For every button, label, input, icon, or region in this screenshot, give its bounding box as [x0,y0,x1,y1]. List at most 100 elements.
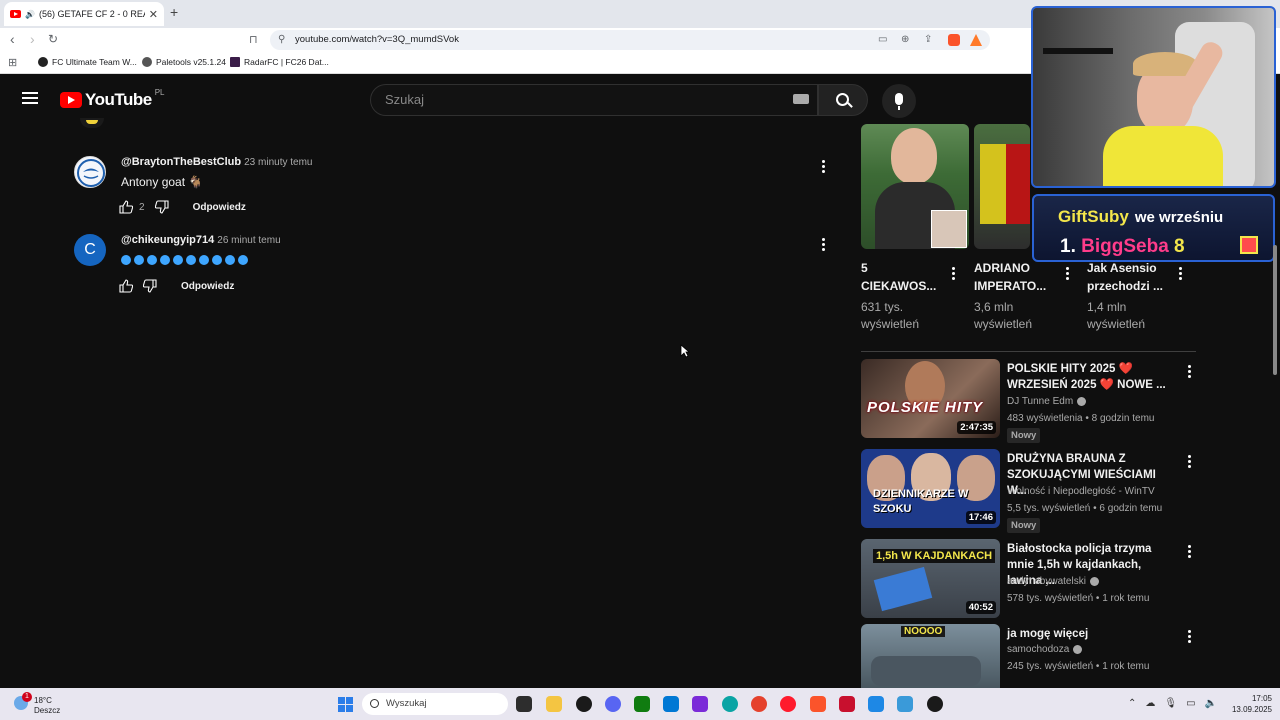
search-input[interactable]: Szukaj [370,84,818,116]
obs-icon[interactable] [927,696,943,712]
more-options-icon[interactable] [822,238,826,253]
task-view-icon[interactable] [516,696,532,712]
share-icon[interactable]: ⇪ [924,34,932,45]
taskbar-search-input[interactable]: Wyszukaj [362,693,508,715]
like-count: 2 [139,201,145,213]
chrome-icon[interactable] [751,696,767,712]
channel-name[interactable]: Wolność i Niepodległość - WinTV [1007,486,1155,497]
zoom-icon[interactable]: ⊕ [901,34,909,45]
discord-icon[interactable] [605,696,621,712]
more-options-icon[interactable] [1066,267,1080,282]
apps-grid-icon[interactable]: ⊞ [8,56,17,69]
brave-icon[interactable] [810,696,826,712]
new-tab-button[interactable]: + [170,4,178,20]
windows-start-icon[interactable] [338,697,353,712]
more-options-icon[interactable] [1179,267,1182,282]
more-options-icon[interactable] [822,160,826,175]
like-icon[interactable] [119,279,134,293]
comment-author[interactable]: @BraytonTheBestClub 23 minuty temu [121,156,313,168]
search-button[interactable] [818,84,868,116]
reload-icon[interactable]: ↻ [48,32,58,46]
paletools-icon [142,57,152,67]
forward-icon[interactable]: › [30,31,35,47]
clock[interactable]: 17:05 13.09.2025 [1226,693,1272,715]
video-meta: 483 wyświetlenia • 8 godzin temu [1007,413,1155,424]
chevron-up-icon[interactable]: ⌃ [1128,698,1136,709]
avatar[interactable] [74,156,106,188]
thumbnail-caption: POLSKIE HITY [867,399,984,416]
verified-icon [1089,577,1099,586]
video-meta: 578 tys. wyświetleń • 1 rok temu [1007,593,1150,604]
comment-item: C @chikeungyip714 26 minut temu Odpowiedz [74,234,834,298]
more-options-icon[interactable] [1188,545,1191,560]
browser-tab[interactable]: 🔊 (56) GETAFE CF 2 - 0 REAL OVIEDO ✕ [4,2,164,26]
file-explorer-icon[interactable] [546,696,562,712]
xbox-icon[interactable] [634,696,650,712]
keyboard-icon[interactable] [793,94,809,104]
video-item[interactable]: DZIENNIKARZE W SZOKU 17:46 DRUŻYNA BRAUN… [861,449,1196,533]
comment-time[interactable]: 23 minuty temu [244,157,312,168]
display-icon[interactable]: ▭ [1186,698,1195,709]
cloud-icon[interactable]: ☁ [1145,698,1155,709]
clipchamp-icon[interactable] [692,696,708,712]
verified-icon [1077,397,1087,406]
hamburger-menu-icon[interactable] [22,92,38,104]
app-icon[interactable] [868,696,884,712]
video-item[interactable]: 1,5h W KAJDANKACH 40:52 Białostocka poli… [861,539,1196,619]
short-thumbnail[interactable] [974,124,1030,249]
vscode-icon[interactable] [663,696,679,712]
channel-name[interactable]: samochodoza [1007,644,1083,655]
channel-name[interactable]: audyt obywatelski [1007,576,1099,587]
video-item[interactable]: POLSKIE HITY 2:47:35 POLSKIE HITY 2025 ❤… [861,359,1196,443]
cast-icon[interactable]: ▭ [878,34,887,45]
volume-icon[interactable]: 🔈 [1205,698,1217,709]
brave-shields-icon[interactable] [948,34,960,46]
more-options-icon[interactable] [1188,365,1191,380]
close-tab-icon[interactable]: ✕ [149,8,158,21]
comment-time[interactable]: 26 minut temu [217,235,280,246]
more-options-icon[interactable] [1188,630,1191,645]
video-thumbnail[interactable]: POLSKIE HITY 2:47:35 [861,359,1000,438]
opera-icon[interactable] [780,696,796,712]
more-options-icon[interactable] [1188,455,1191,470]
bookmark-icon[interactable]: ⊓ [249,33,258,46]
video-duration: 2:47:35 [957,421,996,434]
vivaldi-icon[interactable] [839,696,855,712]
fc-icon [38,57,48,67]
video-thumbnail[interactable]: DZIENNIKARZE W SZOKU 17:46 [861,449,1000,528]
thumbnail-caption: 1,5h W KAJDANKACH [873,549,996,563]
dislike-icon[interactable] [142,279,157,293]
video-thumbnail[interactable]: 1,5h W KAJDANKACH 40:52 [861,539,1000,618]
back-icon[interactable]: ‹ [10,31,15,47]
video-item[interactable]: NOOOO ja mogę więcej samochodoza 245 tys… [861,624,1196,688]
bookmark-radarfc[interactable]: RadarFC | FC26 Dat... [230,57,329,67]
app-icon[interactable] [576,696,592,712]
site-info-icon[interactable]: ⚲ [278,30,285,50]
scrollbar[interactable] [1273,245,1277,375]
voice-search-button[interactable] [882,84,916,118]
microphone-icon[interactable]: 🎙 [1164,698,1177,709]
more-options-icon[interactable] [952,267,955,282]
video-title[interactable]: ja mogę więcej [1007,626,1177,642]
like-icon[interactable] [119,200,134,214]
reply-button[interactable]: Odpowiedz [181,281,234,292]
verified-icon [1073,645,1083,654]
video-thumbnail[interactable]: NOOOO [861,624,1000,688]
channel-name[interactable]: DJ Tunne Edm [1007,396,1087,407]
divider [861,351,1196,352]
dislike-icon[interactable] [154,200,169,214]
avatar[interactable]: C [74,234,106,266]
brighton-crest-icon [77,159,105,187]
comment-author[interactable]: @chikeungyip714 26 minut temu [121,234,281,246]
short-item[interactable]: 5 CIEKAWOS... 631 tys. wyświetleń [861,124,969,333]
video-title[interactable]: POLSKIE HITY 2025 ❤️ WRZESIEŃ 2025 ❤️ NO… [1007,361,1177,393]
reply-button[interactable]: Odpowiedz [193,202,246,213]
short-thumbnail[interactable] [861,124,969,249]
bookmark-fc-ultimate[interactable]: FC Ultimate Team W... [38,57,137,67]
bookmark-paletools[interactable]: Paletools v25.1.24 [142,57,226,67]
app-icon[interactable] [897,696,913,712]
youtube-logo[interactable]: YouTube PL [60,88,165,110]
search-icon [370,699,379,708]
short-views: 1,4 mln wyświetleń [1087,300,1146,331]
edge-icon[interactable] [722,696,738,712]
